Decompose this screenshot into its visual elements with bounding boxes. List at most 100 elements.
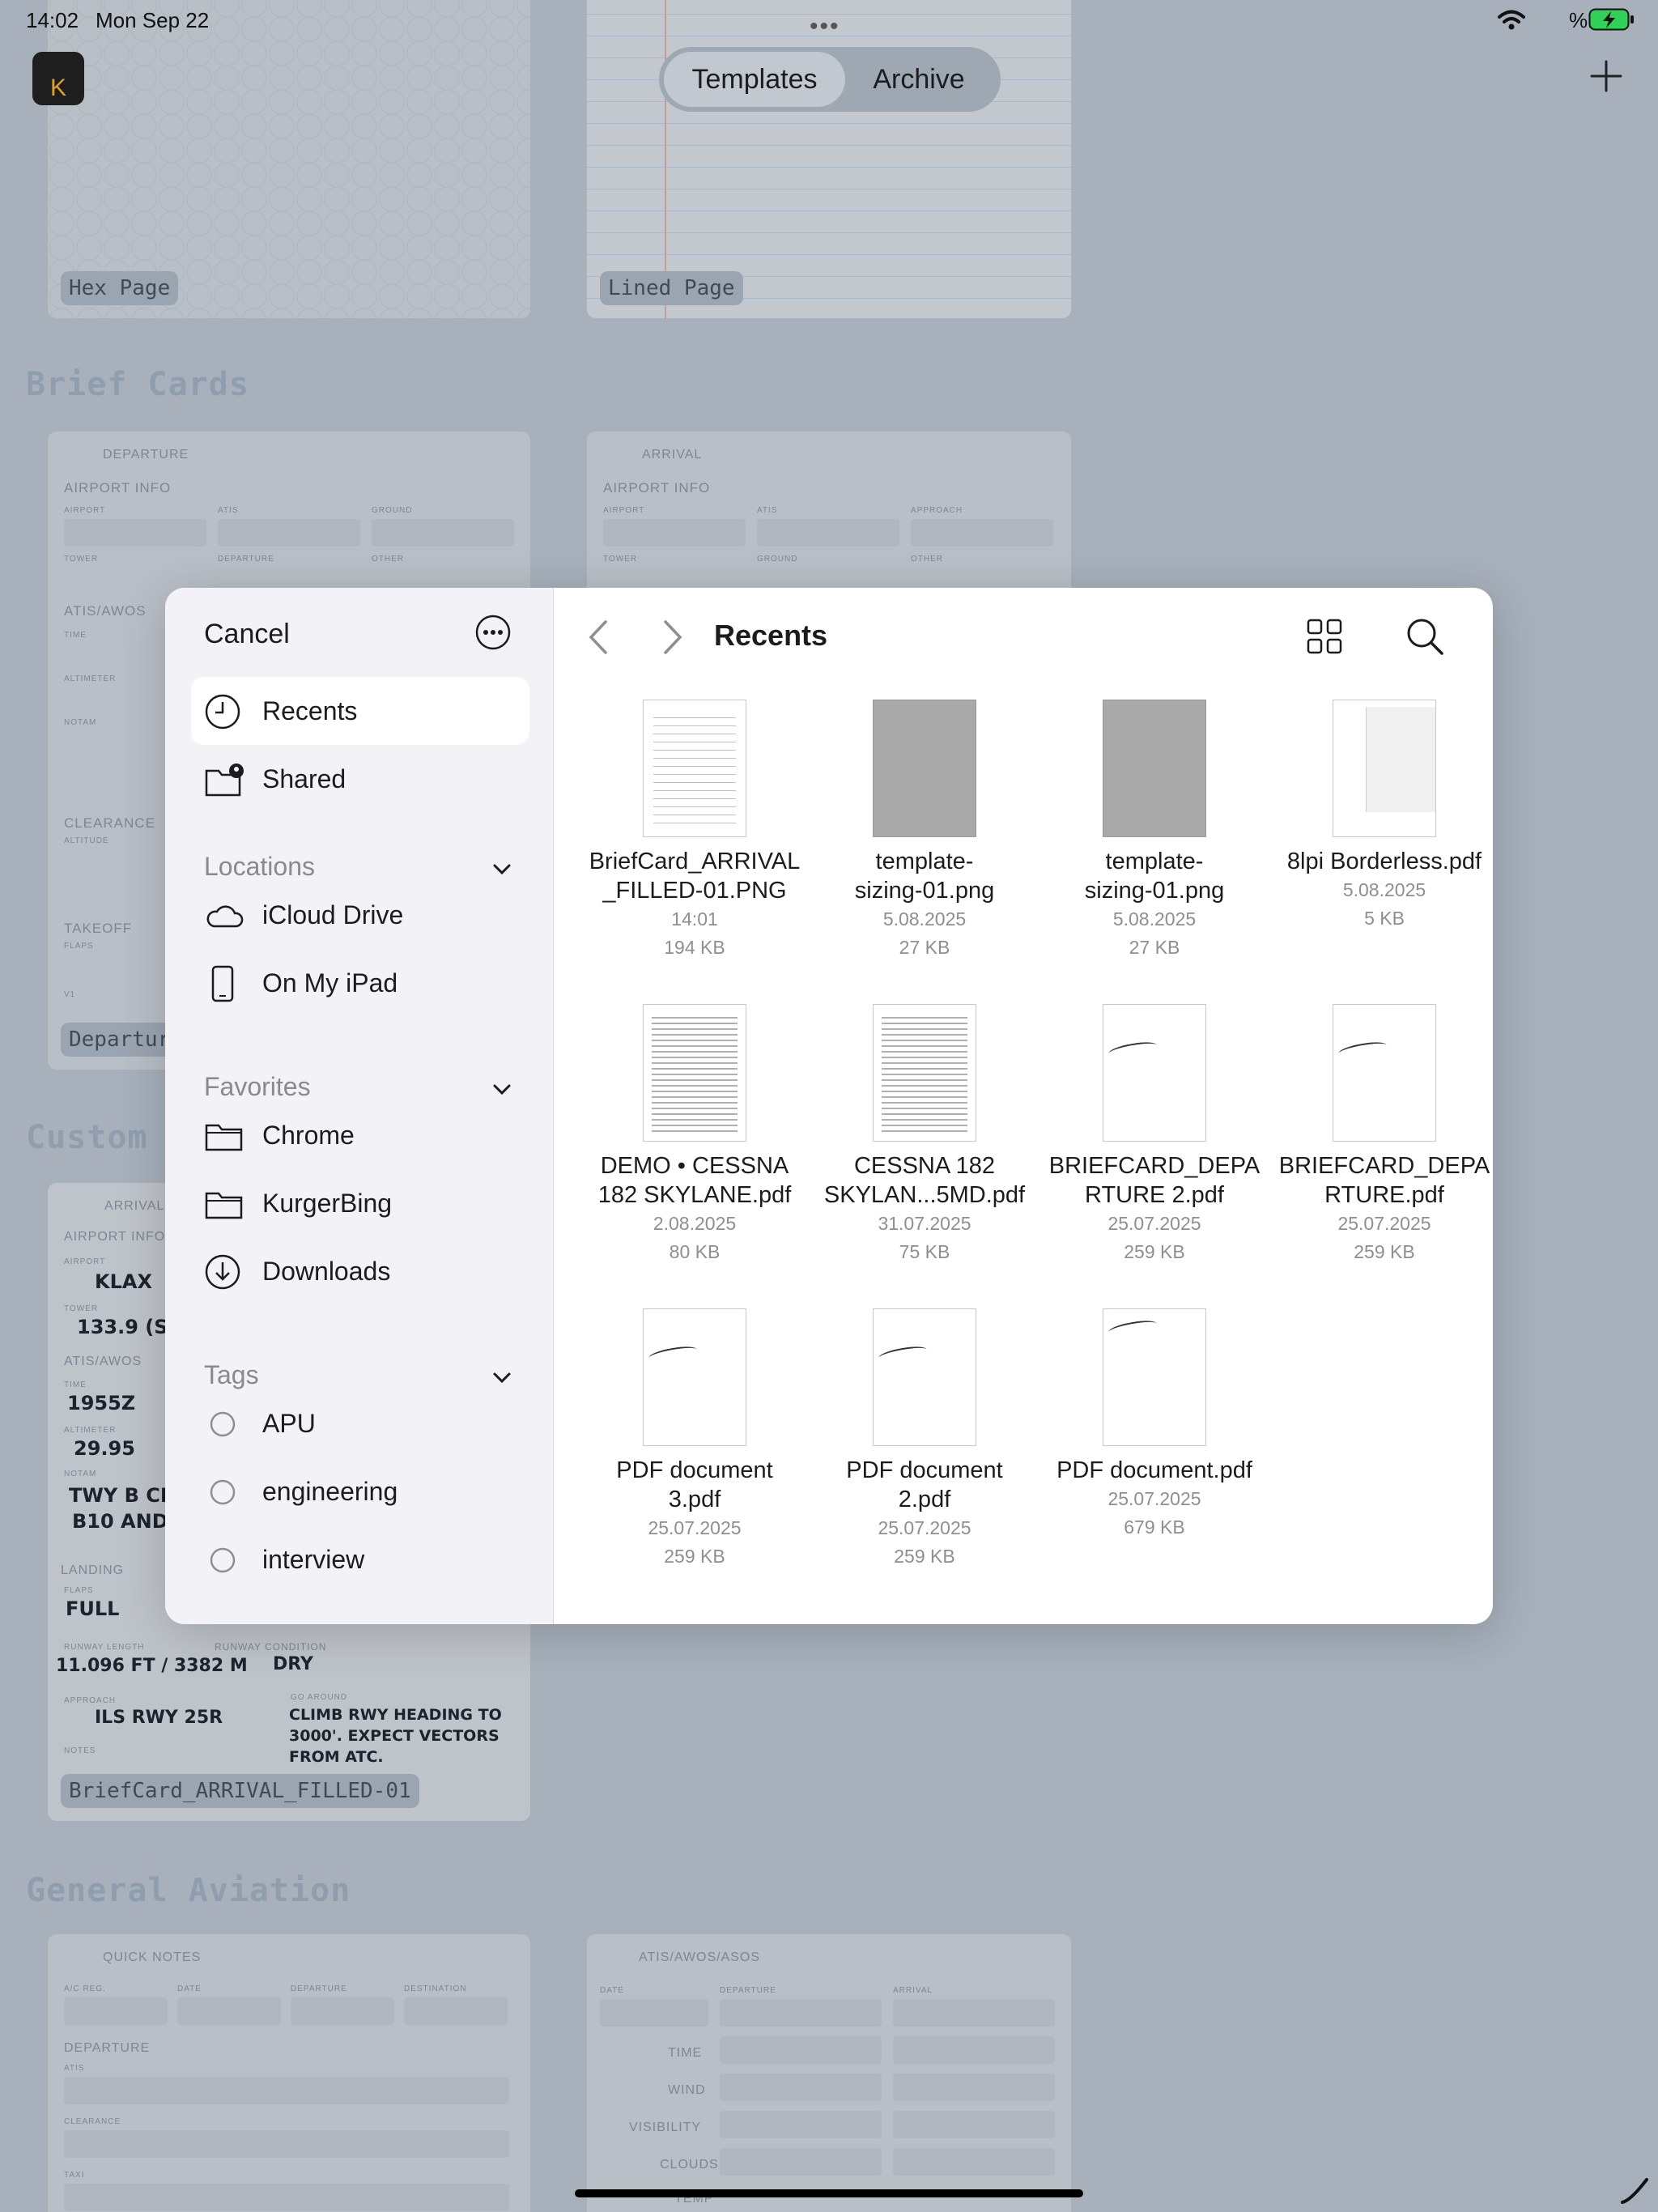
form-field [720, 2036, 882, 2064]
sidebar-item-tag-apu[interactable]: APU [191, 1389, 529, 1457]
file-name: template- sizing-01.png [1084, 849, 1225, 904]
form-title: ARRIVAL [104, 1199, 165, 1213]
file-thumbnail [873, 700, 976, 837]
multitasking-dots-icon[interactable]: ••• [810, 13, 840, 40]
picker-content: Recents BriefCard_ARRIVAL _FILLED-01.PNG… [554, 588, 1493, 1624]
more-options-icon[interactable] [474, 614, 512, 651]
template-card-hex-page[interactable]: Hex Page [47, 0, 531, 319]
file-name: 8lpi Borderless.pdf [1286, 849, 1482, 874]
approach-value: ILS RWY 25R [95, 1708, 223, 1728]
form-label: AIRPORT [64, 506, 106, 515]
cancel-button[interactable]: Cancel [204, 619, 290, 650]
file-size: 259 KB [894, 1546, 955, 1567]
file-item[interactable]: PDF document 3.pdf 25.07.2025 259 KB [581, 1308, 808, 1571]
sidebar-item-kurgerbing[interactable]: KurgerBing [191, 1169, 529, 1237]
file-size: 27 KB [1129, 937, 1180, 958]
file-date: 5.08.2025 [1342, 879, 1426, 900]
form-field [911, 519, 1053, 547]
chevron-right-icon[interactable] [656, 617, 688, 657]
signature-scribble [878, 1343, 928, 1364]
sidebar-item-tag-engineering[interactable]: engineering [191, 1457, 529, 1525]
folder-icon [205, 1192, 243, 1219]
form-section: AIRPORT INFO [64, 1230, 166, 1244]
segment-archive[interactable]: Archive [845, 52, 993, 107]
section-title-brief-cards: Brief Cards [26, 366, 249, 403]
form-section: DEPARTURE [64, 2041, 151, 2055]
chevron-down-icon[interactable] [491, 858, 513, 881]
search-icon[interactable] [1404, 615, 1446, 657]
status-date: Mon Sep 22 [96, 8, 210, 32]
form-label: APPROACH [64, 1696, 117, 1705]
pencil-icon[interactable] [1619, 2175, 1650, 2206]
sidebar-item-shared[interactable]: Shared [191, 745, 529, 813]
sidebar-item-tag-interview[interactable]: interview [191, 1525, 529, 1593]
file-item[interactable]: template- sizing-01.png 5.08.2025 27 KB [1041, 700, 1268, 962]
sidebar-item-label: interview [262, 1544, 365, 1574]
altimeter-value: 29.95 [74, 1437, 135, 1460]
file-item[interactable]: 8lpi Borderless.pdf 5.08.2025 5 KB [1271, 700, 1493, 933]
status-time: 14:02 [26, 8, 79, 32]
form-label: V1 [64, 990, 76, 999]
app-icon-letter: K [49, 74, 66, 101]
form-label: GROUND [372, 506, 413, 515]
sidebar-item-recents[interactable]: Recents [191, 677, 529, 745]
form-label: CLEARANCE [64, 2117, 121, 2126]
file-name: CESSNA 182 SKYLAN...5MD.pdf [823, 1153, 1026, 1208]
form-label: TAXI [64, 2171, 85, 2180]
form-label: TOWER [64, 555, 99, 564]
clock-icon [205, 694, 240, 730]
file-item[interactable]: PDF document.pdf 25.07.2025 679 KB [1041, 1308, 1268, 1542]
file-item[interactable]: BriefCard_ARRIVAL _FILLED-01.PNG 14:01 1… [581, 700, 808, 962]
sidebar-item-chrome[interactable]: Chrome [191, 1101, 529, 1169]
template-card-quick-notes[interactable]: QUICK NOTES A/C REG. DATE DEPARTURE DEST… [47, 1933, 531, 2212]
sidebar-item-downloads[interactable]: Downloads [191, 1237, 529, 1305]
file-item[interactable]: BRIEFCARD_DEPA RTURE.pdf 25.07.2025 259 … [1271, 1004, 1493, 1266]
home-indicator[interactable] [575, 2189, 1083, 2197]
grid-view-icon[interactable] [1305, 617, 1344, 657]
sidebar-item-label: iCloud Drive [262, 900, 404, 929]
file-item[interactable]: DEMO • CESSNA 182 SKYLANE.pdf 2.08.2025 … [581, 1004, 808, 1266]
file-name: template- sizing-01.png [854, 849, 995, 904]
file-thumbnail [1103, 1004, 1206, 1142]
file-date: 25.07.2025 [1107, 1488, 1201, 1509]
form-section: TAKEOFF [64, 921, 133, 936]
file-date: 25.07.2025 [1337, 1213, 1431, 1234]
sidebar-item-icloud-drive[interactable]: iCloud Drive [191, 881, 529, 949]
file-size: 194 KB [664, 937, 725, 958]
file-item[interactable]: BRIEFCARD_DEPA RTURE 2.pdf 25.07.2025 25… [1041, 1004, 1268, 1266]
file-size: 80 KB [669, 1241, 721, 1262]
file-item[interactable]: CESSNA 182 SKYLAN...5MD.pdf 31.07.2025 7… [811, 1004, 1038, 1266]
form-label: DEPARTURE [218, 555, 274, 564]
chevron-down-icon[interactable] [491, 1367, 513, 1389]
file-date: 25.07.2025 [878, 1517, 971, 1538]
chevron-left-icon[interactable] [583, 617, 615, 657]
go-around-line-3: FROM ATC. [289, 1748, 384, 1766]
go-around-line-1: CLIMB RWY HEADING TO [289, 1706, 502, 1724]
file-thumbnail [1103, 700, 1206, 837]
file-thumbnail [1333, 1004, 1436, 1142]
segment-templates[interactable]: Templates [664, 52, 845, 107]
section-title-custom: Custom [26, 1119, 148, 1156]
sidebar-header-tags: Tags [204, 1360, 259, 1389]
template-card-atis[interactable]: ATIS/AWOS/ASOS DATE DEPARTURE ARRIVAL TI… [586, 1933, 1072, 2212]
form-label: VISIBILITY [629, 2121, 702, 2134]
file-item[interactable]: template- sizing-01.png 5.08.2025 27 KB [811, 700, 1038, 962]
sidebar-item-on-my-ipad[interactable]: On My iPad [191, 949, 529, 1017]
form-section: AIRPORT INFO [603, 480, 711, 496]
tag-circle-icon [210, 1547, 236, 1573]
form-preview [653, 710, 736, 827]
form-field [893, 2074, 1055, 2101]
form-label: AIRPORT [603, 506, 645, 515]
form-section: LANDING [61, 1563, 125, 1577]
plus-icon[interactable] [1587, 57, 1626, 96]
file-item[interactable]: PDF document 2.pdf 25.07.2025 259 KB [811, 1308, 1038, 1571]
form-label: WIND [668, 2083, 706, 2097]
file-date: 2.08.2025 [653, 1213, 737, 1234]
app-icon[interactable]: K [32, 52, 84, 105]
tag-circle-icon [210, 1411, 236, 1437]
sidebar-item-label: Downloads [262, 1256, 391, 1286]
form-label: NOTAM [64, 1470, 97, 1478]
form-title: DEPARTURE [103, 448, 189, 462]
chevron-down-icon[interactable] [491, 1078, 513, 1101]
form-label: RUNWAY LENGTH [64, 1643, 145, 1652]
